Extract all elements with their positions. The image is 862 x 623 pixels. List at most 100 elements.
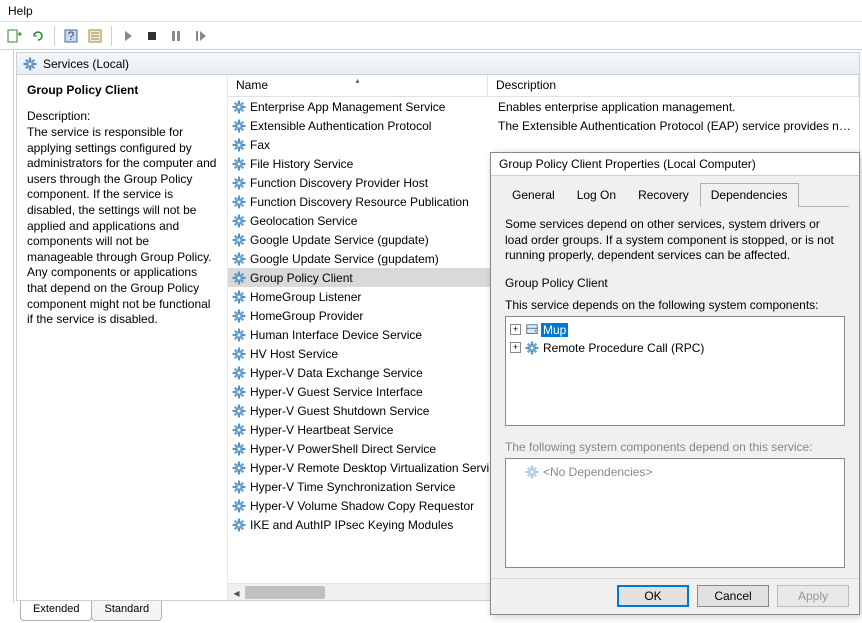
properties-button[interactable] bbox=[85, 26, 105, 46]
service-name: IKE and AuthIP IPsec Keying Modules bbox=[250, 518, 490, 532]
service-icon bbox=[232, 518, 246, 532]
service-icon bbox=[232, 366, 246, 380]
service-name: Function Discovery Provider Host bbox=[250, 176, 490, 190]
services-icon bbox=[23, 57, 37, 71]
export-button[interactable] bbox=[4, 26, 24, 46]
service-name: HomeGroup Provider bbox=[250, 309, 490, 323]
service-row[interactable]: Extensible Authentication ProtocolThe Ex… bbox=[228, 116, 859, 135]
service-icon bbox=[232, 176, 246, 190]
selected-service-name: Group Policy Client bbox=[27, 83, 217, 97]
depends-on-tree[interactable]: + Mup +Remote Procedure Call (RPC) bbox=[505, 316, 845, 426]
service-name: Human Interface Device Service bbox=[250, 328, 490, 342]
service-icon bbox=[232, 442, 246, 456]
service-name: Hyper-V Heartbeat Service bbox=[250, 423, 490, 437]
dialog-title: Group Policy Client Properties (Local Co… bbox=[491, 153, 859, 176]
pause-button[interactable] bbox=[166, 26, 186, 46]
service-name: Group Policy Client bbox=[250, 271, 490, 285]
no-dependencies-label: <No Dependencies> bbox=[541, 465, 654, 479]
content-title: Services (Local) bbox=[43, 57, 129, 71]
description-label: Description: bbox=[27, 109, 217, 123]
menu-help[interactable]: Help bbox=[8, 4, 33, 18]
dependency-name: Mup bbox=[541, 323, 568, 337]
content-header: Services (Local) bbox=[17, 53, 859, 75]
dialog-service-name: Group Policy Client bbox=[505, 276, 845, 290]
apply-button: Apply bbox=[777, 585, 849, 607]
tab-logon[interactable]: Log On bbox=[566, 183, 627, 207]
help-button[interactable]: ? bbox=[61, 26, 81, 46]
service-icon bbox=[232, 119, 246, 133]
service-name: Google Update Service (gupdate) bbox=[250, 233, 490, 247]
stop-button[interactable] bbox=[142, 26, 162, 46]
service-name: Hyper-V Time Synchronization Service bbox=[250, 480, 490, 494]
service-name: Hyper-V Guest Service Interface bbox=[250, 385, 490, 399]
tab-standard[interactable]: Standard bbox=[91, 601, 162, 621]
refresh-button[interactable] bbox=[28, 26, 48, 46]
service-icon bbox=[232, 328, 246, 342]
depended-by-tree[interactable]: <No Dependencies> bbox=[505, 458, 845, 568]
service-name: Function Discovery Resource Publication bbox=[250, 195, 490, 209]
service-icon bbox=[232, 385, 246, 399]
service-name: HV Host Service bbox=[250, 347, 490, 361]
properties-dialog: Group Policy Client Properties (Local Co… bbox=[490, 152, 860, 615]
svg-text:?: ? bbox=[68, 29, 75, 43]
service-description: Enables enterprise application managemen… bbox=[490, 100, 855, 114]
toolbar: ? bbox=[0, 22, 862, 50]
cancel-button[interactable]: Cancel bbox=[697, 585, 769, 607]
service-icon bbox=[232, 480, 246, 494]
service-icon bbox=[232, 404, 246, 418]
service-icon bbox=[232, 290, 246, 304]
depended-by-label: The following system components depend o… bbox=[505, 440, 845, 454]
column-description[interactable]: Description bbox=[488, 75, 859, 96]
restart-button[interactable] bbox=[190, 26, 210, 46]
service-icon bbox=[232, 138, 246, 152]
dependency-row[interactable]: +Remote Procedure Call (RPC) bbox=[510, 339, 840, 357]
dependency-row[interactable]: + Mup bbox=[510, 321, 840, 339]
service-icon bbox=[232, 309, 246, 323]
column-name[interactable]: Name▴ bbox=[228, 75, 488, 96]
service-icon bbox=[232, 252, 246, 266]
service-icon bbox=[232, 461, 246, 475]
service-icon bbox=[232, 347, 246, 361]
service-icon bbox=[232, 214, 246, 228]
service-name: Enterprise App Management Service bbox=[250, 100, 490, 114]
sort-indicator: ▴ bbox=[355, 76, 359, 85]
description-text: The service is responsible for applying … bbox=[27, 125, 217, 328]
service-name: File History Service bbox=[250, 157, 490, 171]
ok-button[interactable]: OK bbox=[617, 585, 689, 607]
service-icon bbox=[232, 157, 246, 171]
service-icon bbox=[232, 271, 246, 285]
tab-general[interactable]: General bbox=[501, 183, 566, 207]
service-icon bbox=[232, 233, 246, 247]
service-name: Hyper-V Guest Shutdown Service bbox=[250, 404, 490, 418]
expand-icon[interactable]: + bbox=[510, 342, 521, 353]
service-icon bbox=[232, 100, 246, 114]
service-name: Geolocation Service bbox=[250, 214, 490, 228]
dependencies-info: Some services depend on other services, … bbox=[505, 217, 845, 264]
tab-dependencies[interactable]: Dependencies bbox=[700, 183, 799, 207]
gear-icon bbox=[525, 465, 539, 479]
service-name: Hyper-V Volume Shadow Copy Requestor bbox=[250, 499, 490, 513]
description-pane: Group Policy Client Description: The ser… bbox=[17, 75, 227, 600]
tree-pane-sliver bbox=[0, 50, 14, 603]
expand-icon[interactable]: + bbox=[510, 324, 521, 335]
service-icon bbox=[232, 195, 246, 209]
service-icon bbox=[232, 499, 246, 513]
view-tabs: Extended Standard bbox=[20, 601, 161, 621]
gear-icon bbox=[525, 341, 539, 355]
tab-recovery[interactable]: Recovery bbox=[627, 183, 700, 207]
dialog-tabs: General Log On Recovery Dependencies bbox=[501, 182, 849, 207]
service-name: Google Update Service (gupdatem) bbox=[250, 252, 490, 266]
service-name: HomeGroup Listener bbox=[250, 290, 490, 304]
start-button[interactable] bbox=[118, 26, 138, 46]
service-name: Hyper-V Data Exchange Service bbox=[250, 366, 490, 380]
service-name: Hyper-V Remote Desktop Virtualization Se… bbox=[250, 461, 490, 475]
menu-bar: Help bbox=[0, 0, 862, 22]
tab-extended[interactable]: Extended bbox=[20, 601, 92, 621]
service-row[interactable]: Enterprise App Management ServiceEnables… bbox=[228, 97, 859, 116]
service-icon bbox=[232, 423, 246, 437]
scroll-thumb[interactable] bbox=[245, 586, 325, 599]
depends-on-label: This service depends on the following sy… bbox=[505, 298, 845, 312]
scroll-left-arrow[interactable]: ◂ bbox=[228, 584, 245, 600]
service-name: Hyper-V PowerShell Direct Service bbox=[250, 442, 490, 456]
service-name: Fax bbox=[250, 138, 490, 152]
